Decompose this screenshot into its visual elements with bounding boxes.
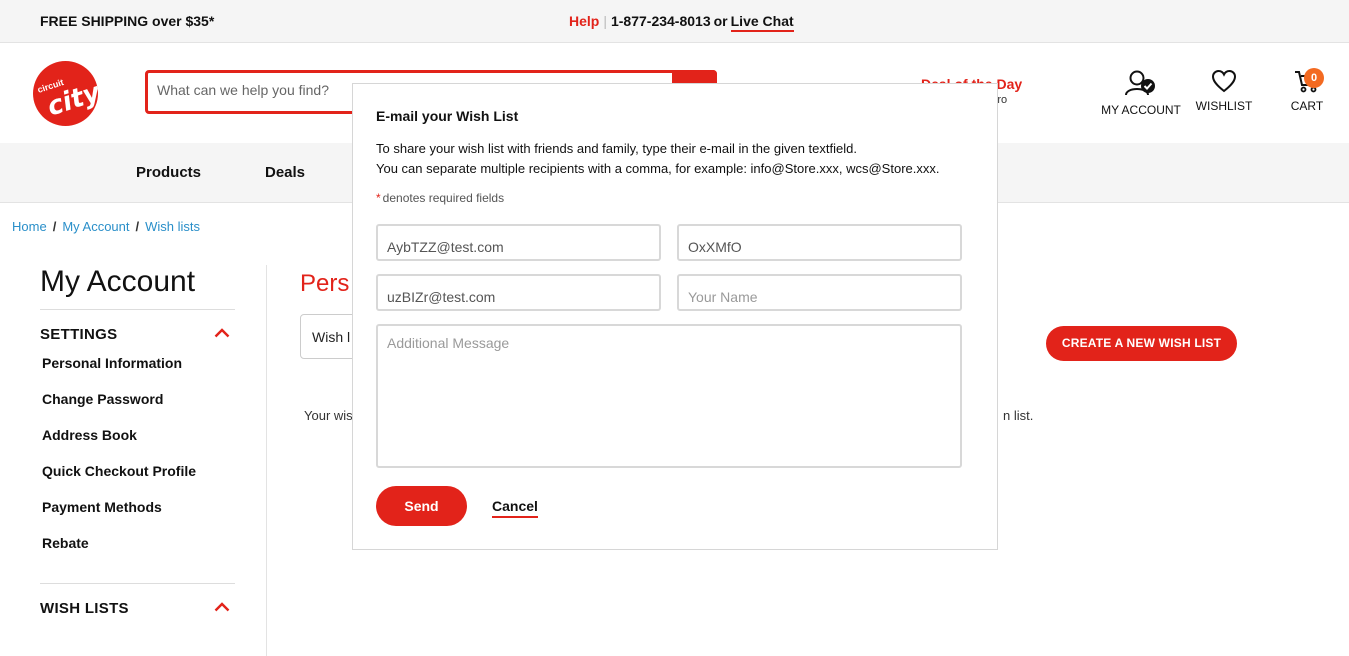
sidebar-item-personal-information[interactable]: Personal Information [40, 355, 235, 391]
required-note-text: denotes required fields [382, 191, 505, 205]
help-contact: Help | 1-877-234-8013 or Live Chat [569, 13, 794, 32]
top-bar: FREE SHIPPING over $35* Help | 1-877-234-8… [0, 0, 1349, 43]
nav-deals[interactable]: Deals [265, 164, 305, 181]
sidebar-item-payment-methods[interactable]: Payment Methods [40, 499, 235, 535]
breadcrumb-separator: / [135, 219, 140, 234]
sidebar-item-quick-checkout-profile[interactable]: Quick Checkout Profile [40, 463, 235, 499]
recipient-name-field[interactable] [677, 224, 962, 261]
sidebar-item-address-book[interactable]: Address Book [40, 427, 235, 463]
send-button[interactable]: Send [376, 486, 467, 526]
cancel-button[interactable]: Cancel [492, 498, 538, 518]
phone-number[interactable]: 1-877-234-8013 [611, 13, 711, 29]
account-sidebar: My Account SETTINGS Personal Information… [40, 265, 235, 617]
breadcrumb: Home / My Account / Wish lists [12, 219, 200, 234]
nav-products[interactable]: Products [136, 164, 201, 181]
recipient-email-field[interactable] [376, 224, 661, 261]
my-account-label: MY ACCOUNT [1101, 103, 1181, 117]
help-link[interactable]: Help [569, 13, 599, 29]
settings-label: SETTINGS [40, 326, 118, 343]
settings-section-toggle[interactable]: SETTINGS [40, 326, 235, 343]
wishlist-label: WISHLIST [1195, 99, 1253, 113]
or-text: or [713, 13, 728, 29]
sidebar-title: My Account [40, 265, 235, 310]
breadcrumb-wish-lists[interactable]: Wish lists [145, 219, 200, 234]
cart-label: CART [1290, 99, 1324, 113]
breadcrumb-my-account[interactable]: My Account [62, 219, 129, 234]
wish-lists-label: WISH LISTS [40, 600, 129, 617]
dialog-description: To share your wish list with friends and… [376, 140, 966, 180]
help-separator: | [603, 13, 607, 29]
sidebar-separator-line [266, 265, 267, 656]
my-account-link[interactable]: MY ACCOUNT [1098, 69, 1184, 117]
required-fields-note: * denotes required fields [376, 191, 504, 205]
create-new-wish-list-button[interactable]: CREATE A NEW WISH LIST [1046, 326, 1237, 361]
circuit-city-logo[interactable]: circuit city [33, 61, 98, 126]
sender-email-field[interactable] [376, 274, 661, 311]
heart-icon [1211, 69, 1237, 93]
free-shipping-text: FREE SHIPPING over $35* [40, 13, 215, 29]
chevron-up-icon [214, 328, 230, 338]
breadcrumb-separator: / [52, 219, 57, 234]
settings-links: Personal Information Change Password Add… [40, 355, 235, 571]
dialog-title: E-mail your Wish List [376, 108, 519, 124]
sidebar-item-rebate[interactable]: Rebate [40, 535, 235, 571]
wish-list-status-text: Your wis [304, 408, 353, 423]
chevron-up-icon [214, 602, 230, 612]
wish-list-status-text-tail: n list. [1003, 408, 1034, 423]
dialog-description-line-1: To share your wish list with friends and… [376, 141, 857, 156]
cart-count-badge: 0 [1304, 68, 1324, 88]
page-title: Pers [300, 270, 350, 297]
dialog-description-line-2: You can separate multiple recipients wit… [376, 161, 940, 176]
live-chat-link[interactable]: Live Chat [730, 13, 794, 32]
breadcrumb-home[interactable]: Home [12, 219, 47, 234]
account-icon [1125, 70, 1155, 96]
sender-name-field[interactable] [677, 274, 962, 311]
sidebar-divider [40, 583, 235, 584]
required-star: * [376, 191, 381, 205]
wish-lists-section-toggle[interactable]: WISH LISTS [40, 600, 235, 617]
wishlist-link[interactable]: WISHLIST [1190, 69, 1258, 113]
additional-message-field[interactable] [376, 324, 962, 468]
sidebar-item-change-password[interactable]: Change Password [40, 391, 235, 427]
email-wish-list-dialog: E-mail your Wish List To share your wish… [352, 83, 998, 550]
